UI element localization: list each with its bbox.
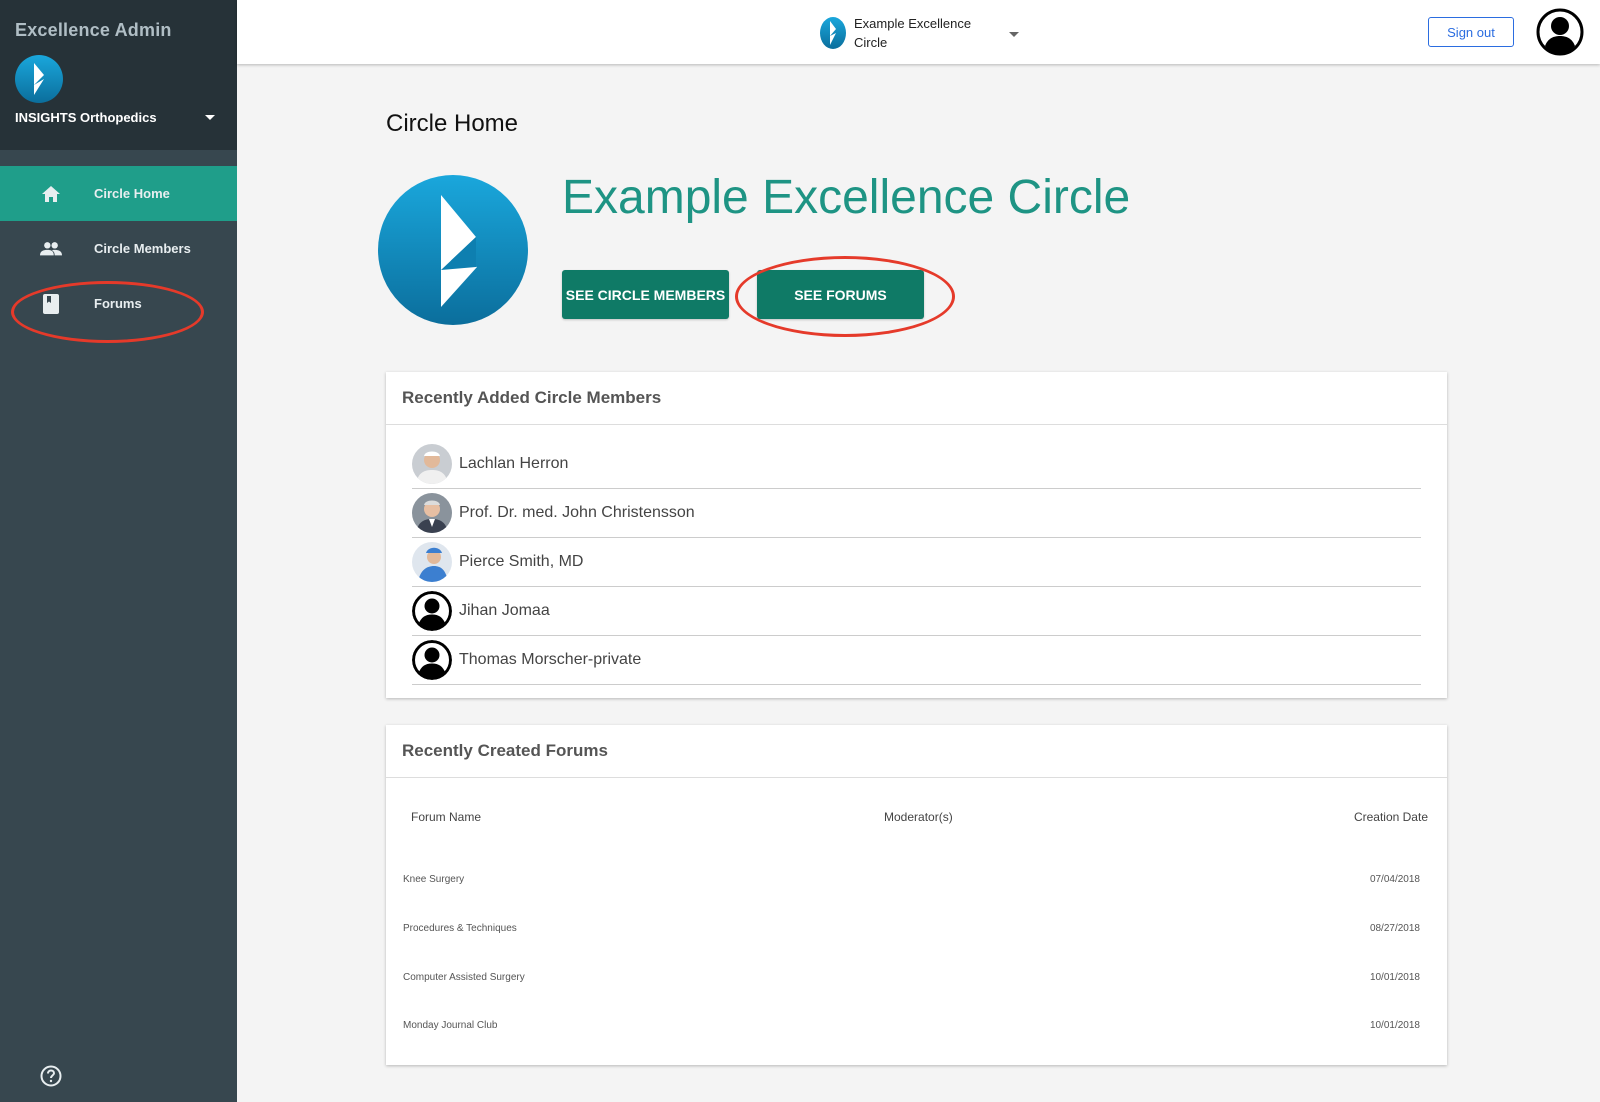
member-name: Prof. Dr. med. John Christensson bbox=[459, 504, 695, 521]
org-selector[interactable]: INSIGHTS Orthopedics bbox=[15, 110, 215, 125]
recent-forums-card: Recently Created Forums Forum Name Moder… bbox=[386, 725, 1447, 1065]
home-icon bbox=[40, 183, 62, 205]
app-title: Excellence Admin bbox=[15, 20, 172, 40]
page-title: Circle Home bbox=[386, 110, 519, 137]
list-item[interactable]: Prof. Dr. med. John Christensson bbox=[412, 489, 1421, 538]
list-item[interactable]: Pierce Smith, MD bbox=[412, 538, 1421, 587]
column-header-moderators[interactable]: Moderator(s) bbox=[884, 810, 953, 824]
circle-logo-icon bbox=[820, 17, 846, 49]
member-name: Thomas Morscher-private bbox=[459, 651, 642, 668]
recent-forums-title: Recently Created Forums bbox=[386, 725, 1447, 778]
forums-table: Forum Name Moderator(s) Creation Date Kn… bbox=[386, 778, 1447, 1065]
circle-selector[interactable]: Example Excellence Circle bbox=[819, 14, 1019, 52]
sidebar-header: Excellence Admin INSIGHTS Orthopedics bbox=[0, 0, 237, 150]
forum-date-cell: 07/04/2018 bbox=[1369, 874, 1420, 885]
forum-name-cell[interactable]: Procedures & Techniques bbox=[403, 923, 517, 934]
circle-logo bbox=[378, 175, 528, 325]
column-header-creation-date[interactable]: Creation Date bbox=[1354, 810, 1428, 824]
forum-date-cell: 10/01/2018 bbox=[1369, 1020, 1420, 1031]
book-icon bbox=[40, 293, 62, 315]
list-item[interactable]: Thomas Morscher-private bbox=[412, 636, 1421, 685]
forum-date-cell: 10/01/2018 bbox=[1369, 972, 1420, 983]
account-circle-icon[interactable] bbox=[1536, 8, 1584, 56]
top-bar: Example Excellence Circle Sign out bbox=[237, 0, 1600, 64]
forum-name-cell[interactable]: Knee Surgery bbox=[403, 874, 464, 885]
circle-selector-name: Example Excellence Circle bbox=[854, 16, 972, 50]
avatar bbox=[412, 493, 452, 533]
sidebar-item-label: Forums bbox=[94, 296, 142, 311]
sidebar-item-circle-members[interactable]: Circle Members bbox=[0, 221, 237, 276]
see-circle-members-button[interactable]: SEE CIRCLE MEMBERS bbox=[562, 270, 729, 319]
sidebar-item-label: Circle Members bbox=[94, 241, 191, 256]
sidebar: Excellence Admin INSIGHTS Orthopedics Ci… bbox=[0, 0, 237, 1102]
member-list: Lachlan Herron Prof. Dr. med. John Chris… bbox=[386, 440, 1447, 685]
forum-name-cell[interactable]: Monday Journal Club bbox=[403, 1020, 498, 1031]
help-circle-icon[interactable] bbox=[40, 1065, 62, 1087]
sidebar-nav: Circle Home Circle Members Forums bbox=[0, 166, 237, 331]
see-forums-button[interactable]: SEE FORUMS bbox=[757, 270, 924, 319]
recent-members-card: Recently Added Circle Members Lachlan He… bbox=[386, 372, 1447, 698]
forum-name-cell[interactable]: Computer Assisted Surgery bbox=[403, 972, 525, 983]
member-name: Lachlan Herron bbox=[459, 455, 569, 472]
chevron-down-icon bbox=[205, 115, 215, 120]
list-item[interactable]: Jihan Jomaa bbox=[412, 587, 1421, 636]
people-icon bbox=[40, 238, 62, 260]
avatar bbox=[412, 591, 452, 631]
sidebar-item-label: Circle Home bbox=[94, 186, 170, 201]
org-name: INSIGHTS Orthopedics bbox=[15, 110, 157, 125]
chevron-down-icon bbox=[1009, 31, 1019, 37]
sidebar-item-forums[interactable]: Forums bbox=[0, 276, 237, 331]
circle-title: Example Excellence Circle bbox=[562, 171, 1131, 224]
member-name: Pierce Smith, MD bbox=[459, 553, 584, 570]
org-logo bbox=[15, 55, 63, 103]
avatar bbox=[412, 444, 452, 484]
forum-date-cell: 08/27/2018 bbox=[1369, 923, 1420, 934]
sidebar-item-circle-home[interactable]: Circle Home bbox=[0, 166, 237, 221]
avatar bbox=[412, 542, 452, 582]
list-item[interactable]: Lachlan Herron bbox=[412, 440, 1421, 489]
column-header-forum-name[interactable]: Forum Name bbox=[411, 810, 481, 824]
recent-members-title: Recently Added Circle Members bbox=[386, 372, 1447, 425]
member-name: Jihan Jomaa bbox=[459, 602, 550, 619]
avatar bbox=[412, 640, 452, 680]
sign-out-button[interactable]: Sign out bbox=[1428, 17, 1514, 47]
